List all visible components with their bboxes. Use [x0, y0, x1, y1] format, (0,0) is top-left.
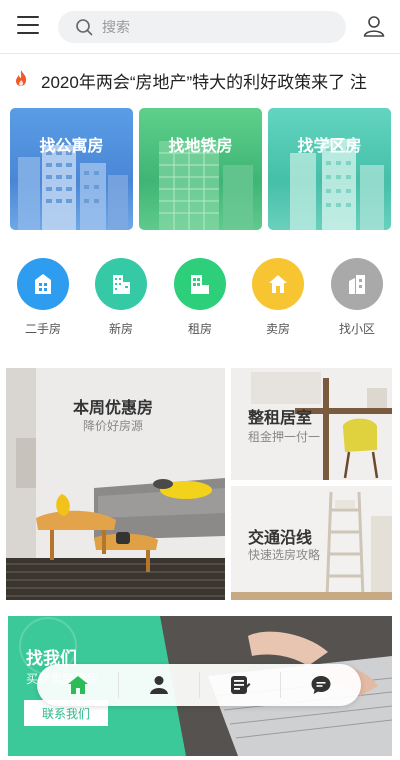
- promo-rent-subtitle: 租金押一付一: [248, 430, 321, 444]
- home-icon: [68, 676, 88, 694]
- search-input[interactable]: [102, 11, 332, 43]
- news-ticker[interactable]: 2020年两会“房地产”特大的利好政策来了 注: [0, 60, 400, 100]
- user-icon[interactable]: [362, 14, 386, 38]
- banner-metro-title: 找地铁房: [168, 138, 233, 155]
- new-house-icon: [95, 258, 147, 310]
- category-label: 新房: [108, 322, 133, 336]
- banner-apartment[interactable]: 找公寓房: [10, 108, 133, 230]
- list-icon: [231, 676, 251, 694]
- promo-transit-subtitle: 快速选房攻略: [248, 548, 321, 562]
- category-label: 租房: [187, 322, 212, 336]
- promo-transit[interactable]: 交通沿线 快速选房攻略: [231, 486, 392, 600]
- building-icon: [17, 258, 69, 310]
- nav-messages[interactable]: [280, 664, 361, 706]
- nav-home[interactable]: [37, 664, 118, 706]
- fire-icon: [16, 70, 27, 86]
- promo-whole-rent[interactable]: 整租居室 租金押一付一: [231, 368, 392, 480]
- banner-apartment-title: 找公寓房: [39, 138, 104, 155]
- search-icon: [76, 19, 93, 36]
- promo-weekly-deals[interactable]: 本周优惠房 降价好房源: [6, 368, 225, 600]
- banner-school[interactable]: 找学区房: [268, 108, 391, 230]
- category-label: 卖房: [265, 322, 290, 336]
- category-label: 找小区: [338, 322, 375, 336]
- promo-transit-title: 交通沿线: [248, 530, 313, 547]
- banner-metro[interactable]: 找地铁房: [139, 108, 262, 230]
- category-community[interactable]: 找小区: [327, 258, 387, 340]
- promo-weekly-title: 本周优惠房: [73, 400, 154, 417]
- category-new-house[interactable]: 新房: [91, 258, 151, 340]
- promo-rent-title: 整租居室: [248, 410, 313, 427]
- nav-profile[interactable]: [118, 664, 199, 706]
- ticker-text: 2020年两会“房地产”特大的利好政策来了 注: [41, 73, 367, 92]
- community-icon: [331, 258, 383, 310]
- menu-icon[interactable]: [17, 16, 39, 36]
- banner-school-title: 找学区房: [297, 138, 362, 155]
- nav-list[interactable]: [199, 664, 280, 706]
- search-box[interactable]: [58, 11, 346, 43]
- category-sell[interactable]: 卖房: [248, 258, 308, 340]
- bottom-nav: [37, 664, 361, 706]
- message-icon: [311, 676, 331, 694]
- top-header: [0, 0, 400, 54]
- rent-icon: [174, 258, 226, 310]
- category-rent[interactable]: 租房: [170, 258, 230, 340]
- category-second-hand[interactable]: 二手房: [13, 258, 73, 340]
- sell-house-icon: [252, 258, 304, 310]
- category-label: 二手房: [24, 322, 61, 336]
- user-icon: [150, 676, 168, 694]
- promo-weekly-subtitle: 降价好房源: [83, 419, 144, 433]
